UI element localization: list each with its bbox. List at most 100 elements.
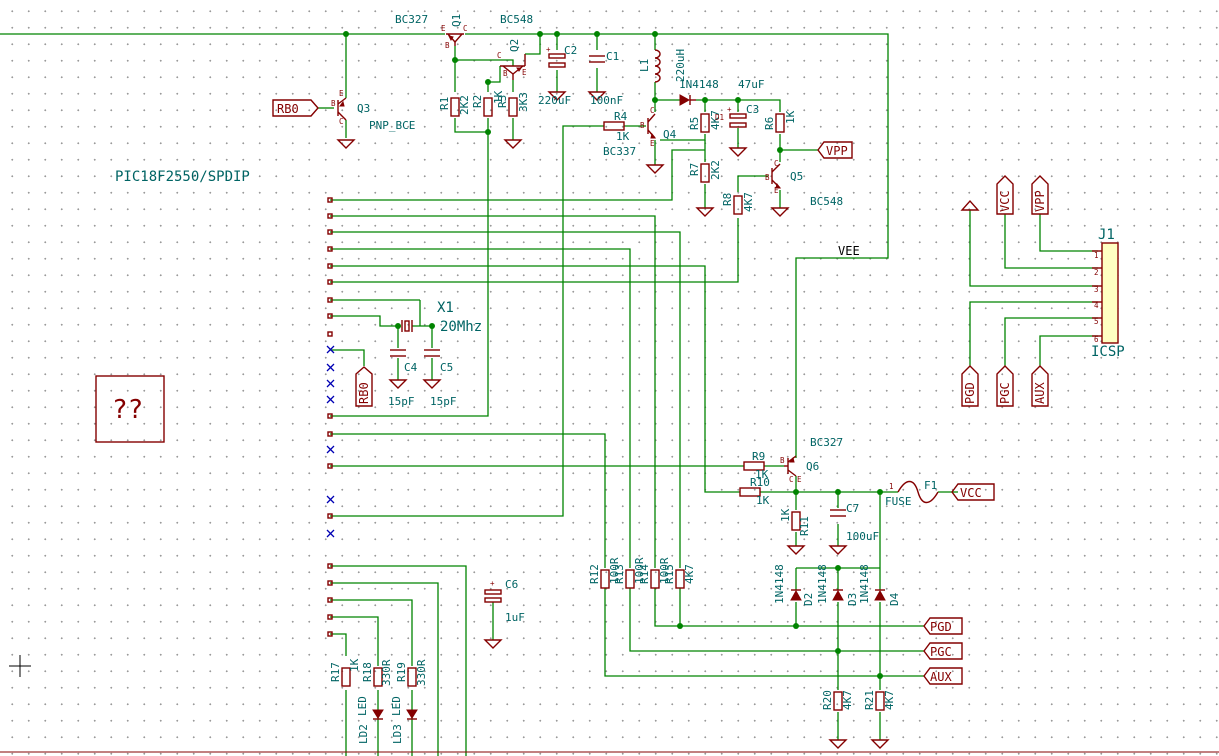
connector-j1[interactable]: 1 2 3 4 5 6 J1 ICSP [1091,227,1125,360]
svg-text:1N4148: 1N4148 [858,564,871,604]
transistor-q5[interactable]: C B E Q5 BC548 [765,159,843,208]
svg-text:R4: R4 [614,110,628,123]
resistor-r20[interactable]: R20 4K7 [821,690,854,711]
resistor-r7[interactable]: R7 2K2 [688,160,722,183]
q1-ref: Q1 [450,14,463,27]
resistor-r17[interactable]: R17 1K [329,658,361,687]
schematic-canvas[interactable]: E C B BC327 Q1 C E B BC548 Q2 B E C Q3 P… [0,0,1219,756]
svg-text:??: ?? [112,395,143,425]
svg-text:330R: 330R [380,659,393,686]
svg-text:ICSP: ICSP [1091,344,1125,360]
svg-text:R1: R1 [438,97,451,110]
svg-text:C: C [339,117,344,126]
q6-ref: Q6 [806,460,819,473]
no-connect-flags [326,345,335,538]
resistor-r11[interactable]: 1K R11 [779,508,811,536]
label-vcc-right[interactable]: VCC [951,483,995,501]
ground-symbols [336,91,890,749]
resistor-r1[interactable]: R1 2K2 [438,95,471,117]
svg-text:2K2: 2K2 [709,160,722,180]
svg-text:R3: R3 [496,95,509,108]
svg-text:+: + [490,579,495,588]
svg-text:4K7: 4K7 [742,192,755,212]
svg-text:VPP: VPP [826,144,848,158]
resistor-r3[interactable]: R3 3K3 [496,92,530,117]
svg-text:R11: R11 [798,516,811,536]
label-aux[interactable]: AUX [923,667,963,685]
svg-text:1N4148: 1N4148 [773,564,786,604]
label-rb0-bottom[interactable]: RB0 [355,366,373,407]
capacitor-c6[interactable]: + C6 1uF [484,578,525,624]
svg-text:PGD: PGD [963,382,977,404]
led-ld2[interactable]: LD2 LED [356,696,384,744]
q3-ref: Q3 [357,102,370,115]
svg-text:R20: R20 [821,690,834,710]
svg-text:R9: R9 [752,450,765,463]
q5-ref: Q5 [790,170,803,183]
svg-text:D1: D1 [715,113,724,122]
label-vcc-top[interactable]: VCC [996,175,1014,215]
svg-text:C5: C5 [440,361,453,374]
label-vpp[interactable]: VPP [817,141,853,159]
svg-text:15pF: 15pF [430,395,457,408]
transistor-q2[interactable]: C E B BC548 Q2 [497,13,533,80]
capacitor-c1[interactable]: C1 100nF [589,50,623,107]
svg-text:E: E [797,475,802,484]
unknown-part[interactable]: ?? [95,375,165,443]
svg-text:330R: 330R [415,659,428,686]
svg-text:5: 5 [1094,317,1099,326]
label-pgd-bottom[interactable]: PGD [961,365,979,407]
svg-text:F1: F1 [924,479,937,492]
svg-text:R7: R7 [688,163,701,176]
resistor-r8[interactable]: R8 4K7 [721,192,755,215]
crystal-x1[interactable]: X1 20Mhz [401,300,482,335]
capacitor-c4[interactable]: C4 15pF [388,349,418,408]
label-vpp-top[interactable]: VPP [1031,175,1049,215]
svg-text:C: C [497,51,502,60]
svg-text:1N4148: 1N4148 [816,564,829,604]
diode-d2[interactable]: 1N4148 D2 [773,564,815,606]
svg-text:R13: R13 [613,564,626,584]
resistor-r18[interactable]: R18 330R [361,659,393,687]
svg-text:B: B [780,456,785,465]
led-ld3[interactable]: LD3 LED [390,696,418,744]
q4-ref: Q4 [663,128,677,141]
label-pgc[interactable]: PGC [923,642,963,660]
svg-text:1K: 1K [784,110,797,124]
svg-text:X1: X1 [437,300,454,316]
svg-text:R5: R5 [688,117,701,130]
svg-text:FUSE: FUSE [885,495,912,508]
svg-text:C: C [650,106,655,115]
q2-value: BC548 [500,13,533,26]
transistor-q6[interactable]: B C E Q6 BC327 [780,436,843,484]
svg-text:D4: D4 [888,592,901,606]
capacitor-c3[interactable]: + C3 47uF [727,78,765,128]
schematic-drawing[interactable]: E C B BC327 Q1 C E B BC548 Q2 B E C Q3 P… [0,0,1219,756]
svg-text:VPP: VPP [1033,190,1047,212]
label-pgc-bottom[interactable]: PGC [996,365,1014,407]
resistor-r21[interactable]: R21 4K7 [863,690,896,711]
svg-text:6: 6 [1094,335,1099,344]
svg-text:15pF: 15pF [388,395,415,408]
label-rb0-left[interactable]: RB0 [272,99,319,117]
svg-text:20Mhz: 20Mhz [440,319,482,335]
transistor-q3[interactable]: B E C Q3 PNP_BCE [331,89,415,132]
transistor-q1[interactable]: E C B BC327 Q1 [395,13,468,50]
svg-text:+: + [546,45,551,54]
capacitor-c5[interactable]: C5 15pF [424,349,457,408]
svg-text:100nF: 100nF [590,94,623,107]
label-aux-bottom[interactable]: AUX [1031,365,1049,407]
svg-text:R6: R6 [763,117,776,130]
q2-ref: Q2 [508,39,521,52]
svg-text:R18: R18 [361,662,374,682]
svg-text:4K7: 4K7 [841,690,854,710]
svg-text:B: B [640,121,645,130]
svg-text:1K: 1K [779,508,792,522]
svg-text:R21: R21 [863,690,876,710]
label-pgd[interactable]: PGD [923,617,963,635]
resistor-r6[interactable]: R6 1K [763,110,797,133]
fuse-f1[interactable]: 1 FUSE F1 [885,479,939,508]
svg-text:C: C [463,24,468,33]
svg-text:R15: R15 [663,564,676,584]
svg-text:VCC: VCC [960,486,982,500]
